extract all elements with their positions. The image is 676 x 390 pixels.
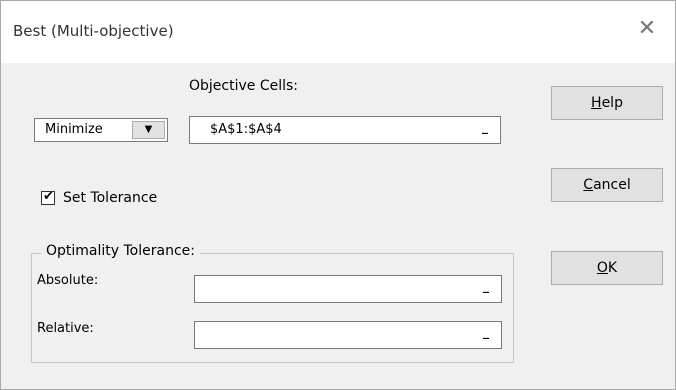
relative-input[interactable]: _ <box>194 321 502 349</box>
optimality-tolerance-label: Optimality Tolerance: <box>41 243 200 259</box>
window-title: Best (Multi-objective) <box>13 22 174 40</box>
absolute-input[interactable]: _ <box>194 275 502 303</box>
cancel-button[interactable]: Cancel <box>551 168 663 202</box>
ok-button[interactable]: OK <box>551 251 663 285</box>
objective-cells-label: Objective Cells: <box>189 78 299 94</box>
absolute-refedit-button[interactable]: _ <box>475 280 497 298</box>
set-tolerance-label[interactable]: Set Tolerance <box>63 190 157 206</box>
dropdown-arrow-icon[interactable]: ▼ <box>132 121 165 139</box>
dialog-window: Best (Multi-objective) ✕ Objective Cells… <box>0 0 676 390</box>
relative-refedit-button[interactable]: _ <box>475 326 497 344</box>
objective-cells-input[interactable]: $A$1:$A$4 _ <box>189 116 501 144</box>
set-tolerance-checkbox[interactable]: ✔ <box>41 189 55 205</box>
ok-label-rest: K <box>607 260 618 276</box>
help-hotkey: H <box>591 95 602 111</box>
objective-cells-refedit-button[interactable]: _ <box>474 121 496 139</box>
ok-hotkey: O <box>596 260 608 276</box>
title-bar: Best (Multi-objective) ✕ <box>1 1 675 63</box>
close-icon[interactable]: ✕ <box>633 15 661 43</box>
checkmark-icon: ✔ <box>43 189 54 204</box>
absolute-label: Absolute: <box>37 273 99 288</box>
cancel-hotkey: C <box>583 177 594 193</box>
help-label-rest: elp <box>601 95 623 111</box>
objective-mode-select[interactable]: Minimize ▼ <box>34 118 168 142</box>
objective-cells-value: $A$1:$A$4 <box>210 122 282 137</box>
cancel-label-rest: ancel <box>593 177 631 193</box>
objective-mode-value: Minimize <box>45 122 103 137</box>
relative-label: Relative: <box>37 321 94 336</box>
help-button[interactable]: Help <box>551 86 663 120</box>
